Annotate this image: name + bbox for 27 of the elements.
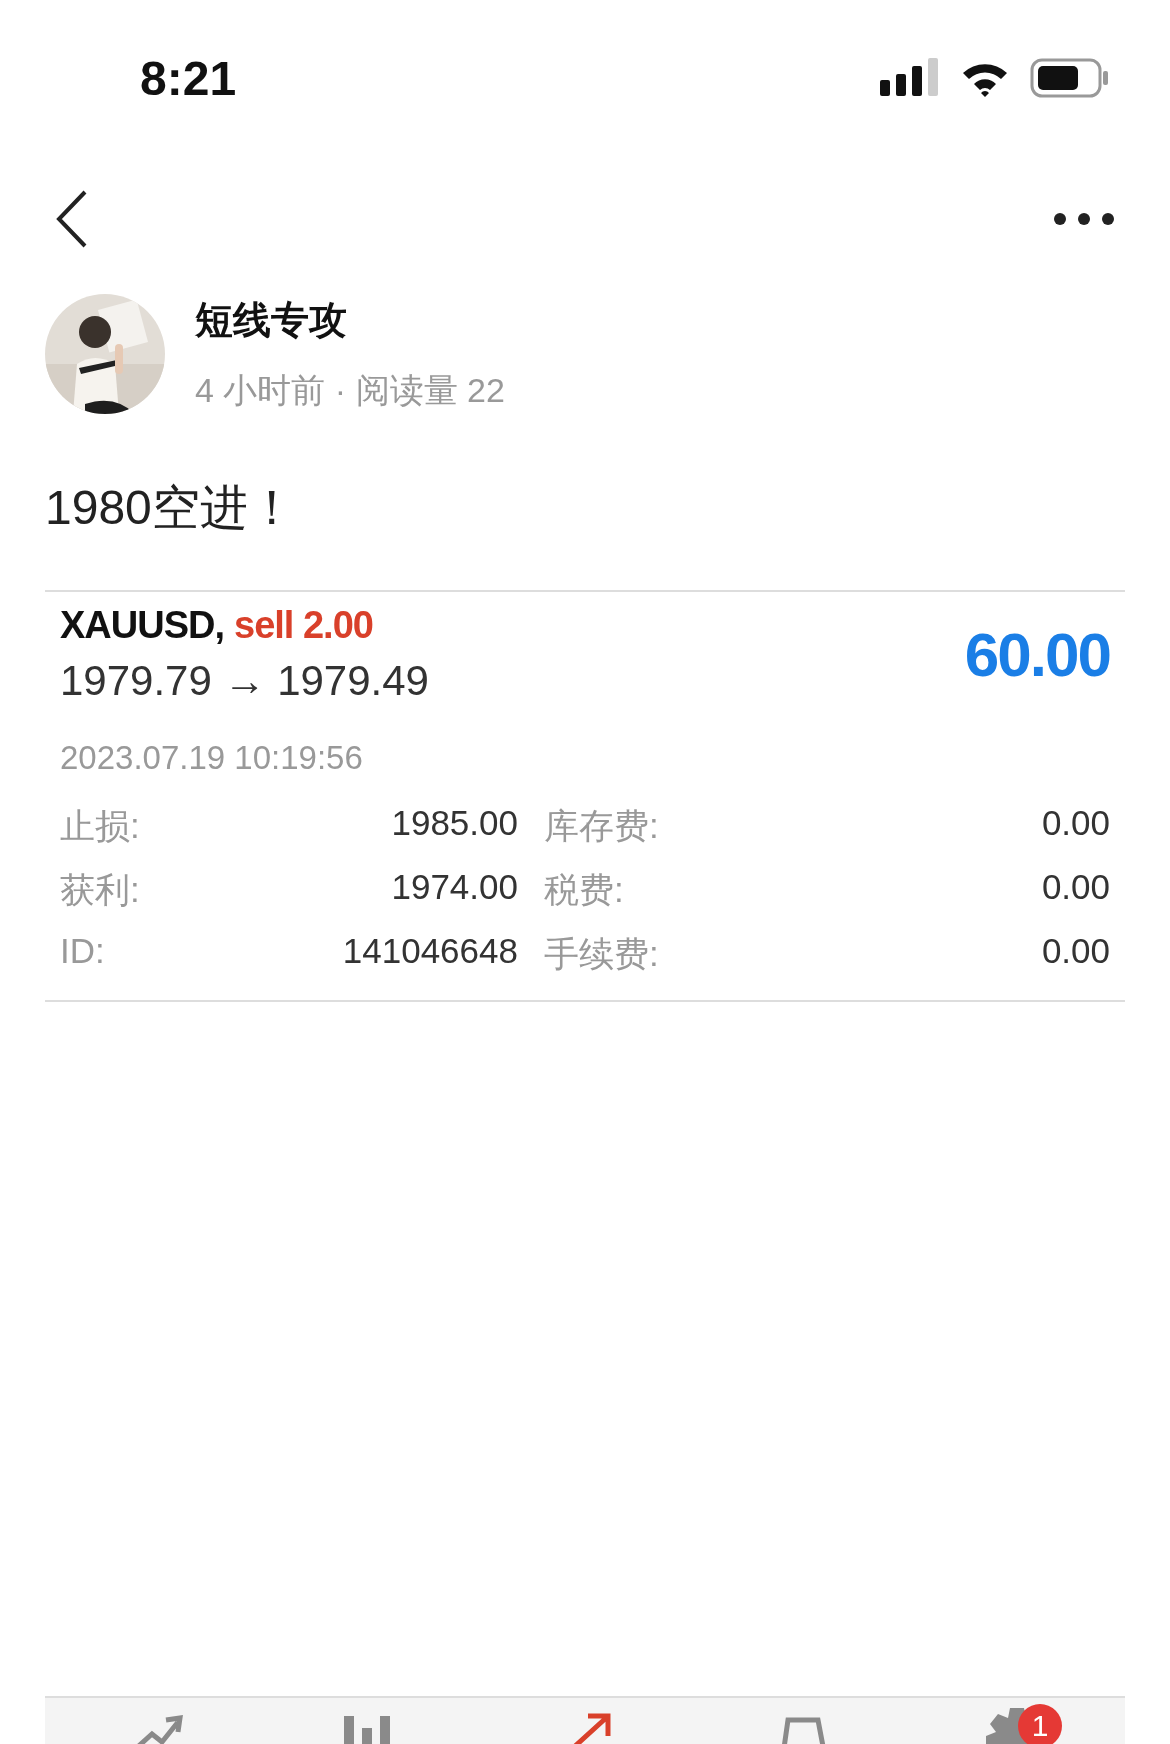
- back-icon[interactable]: [55, 189, 89, 249]
- trade-side: sell 2.00: [234, 604, 373, 646]
- field-value: 0.00: [1040, 931, 1110, 972]
- trade-prices: 1979.79 → 1979.49: [60, 657, 429, 705]
- field-value: 0.00: [1040, 803, 1110, 844]
- trade-profit: 60.00: [964, 619, 1110, 690]
- field-value: 1985.00: [390, 803, 518, 844]
- field-label: 止损:: [60, 805, 141, 847]
- signal-icon: [880, 58, 940, 98]
- status-time: 8:21: [140, 50, 237, 106]
- battery-icon: [1030, 58, 1110, 98]
- post-meta: 4 小时前 · 阅读量 22: [195, 369, 505, 411]
- field-label: 税费:: [543, 869, 625, 911]
- field-label: 手续费:: [543, 933, 660, 975]
- field-value: 141046648: [341, 931, 518, 972]
- field-value: 0.00: [1040, 867, 1110, 908]
- author-name[interactable]: 短线专攻: [195, 294, 505, 346]
- field-label: 库存费:: [543, 805, 660, 847]
- trade-time: 2023.07.19 10:19:56: [60, 739, 364, 777]
- trade-symbol: XAUUSD,: [60, 604, 225, 646]
- field-value: 1974.00: [390, 867, 518, 908]
- tab-button[interactable]: 1: [972, 1698, 1062, 1744]
- field-label: ID:: [60, 931, 106, 972]
- more-icon[interactable]: [1053, 212, 1115, 226]
- field-label: 获利:: [60, 869, 141, 911]
- post-text: 1980空进！: [44, 480, 297, 536]
- notification-badge: 1: [1018, 1704, 1062, 1744]
